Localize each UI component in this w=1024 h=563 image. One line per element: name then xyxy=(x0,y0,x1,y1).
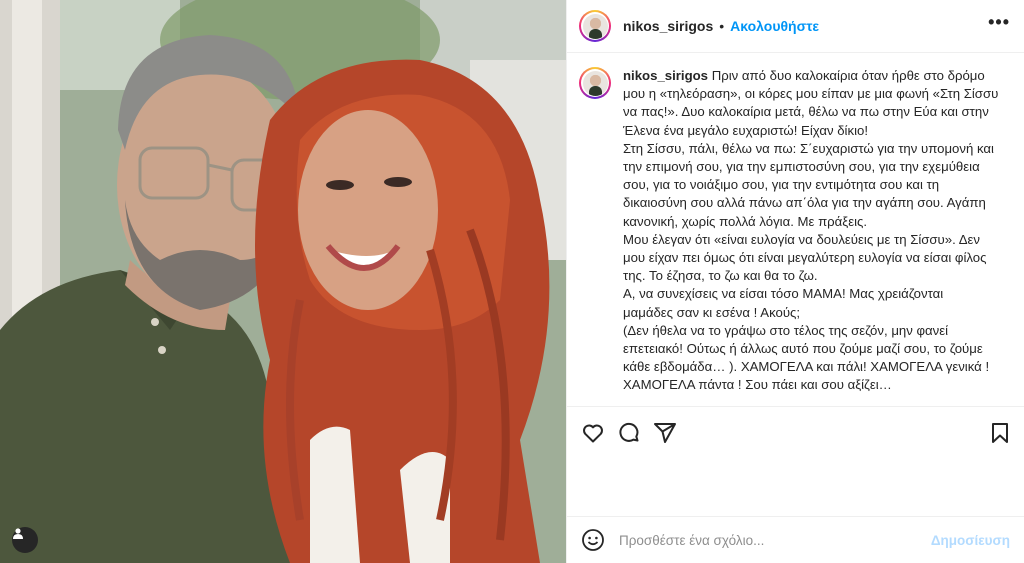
post-header: nikos_sirigos • Ακολουθήστε ••• xyxy=(567,0,1024,53)
caption-line: Στη Σίσσυ, πάλι, θέλω να πω: Σ΄ευχαριστώ… xyxy=(623,140,994,156)
caption-line: Α, να συνεχίσεις να είσαι τόσο ΜΑΜΑ! Μας… xyxy=(623,286,944,302)
emoji-icon[interactable] xyxy=(581,528,605,552)
user-icon xyxy=(13,528,23,539)
caption-line: Πριν από δυο καλοκαίρια όταν ήρθε στο δρ… xyxy=(711,68,985,83)
caption-line: της. Το έζησα, το ζω και θα το ζω. xyxy=(623,268,818,284)
follow-button[interactable]: Ακολουθήστε xyxy=(730,18,819,34)
caption-row: nikos_sirigos Πριν από δυο καλοκαίρια ότ… xyxy=(579,67,1010,395)
caption-line: Μου έλεγαν ότι «είναι ευλογία να δουλεύε… xyxy=(623,231,980,247)
caption-line: να πας!». Δυο καλοκαίρια μετά, θέλω να π… xyxy=(623,104,989,120)
action-bar xyxy=(567,406,1024,458)
caption-line: μου είχαν πει όμως ότι είναι μεγαλύτερη … xyxy=(623,250,987,266)
bookmark-icon[interactable] xyxy=(988,421,1012,445)
caption-avatar[interactable] xyxy=(579,67,611,99)
likes-area xyxy=(567,458,1024,516)
caption-line: ΧΑΜΟΓΕΛΑ πάντα ! Σου πάει και σου αξίζει… xyxy=(623,377,892,393)
caption-line: σου, για το νοιάξιμο σου, για την εντιμό… xyxy=(623,177,940,193)
avatar-ring xyxy=(581,69,609,97)
avatar-ring xyxy=(581,12,609,40)
post-photo[interactable] xyxy=(0,0,566,563)
caption-line: την επιμονή σου, για την εμπιστοσύνη σου… xyxy=(623,159,980,175)
comment-input[interactable] xyxy=(617,531,931,549)
caption-line: δικαιοσύνη σου αλλά πάνω απ΄όλα για την … xyxy=(623,195,986,211)
caption-area: nikos_sirigos Πριν από δυο καλοκαίρια ότ… xyxy=(567,53,1024,406)
post-side-panel: nikos_sirigos • Ακολουθήστε ••• nikos_si… xyxy=(566,0,1024,563)
avatar-image xyxy=(582,70,608,96)
caption-line: κάθε εβδομάδα… ). ΧΑΜΟΓΕΛΑ και πάλι! ΧΑΜ… xyxy=(623,359,990,375)
comment-icon[interactable] xyxy=(617,421,641,445)
photo-illustration xyxy=(0,0,566,563)
avatar-image xyxy=(582,13,608,39)
heart-icon[interactable] xyxy=(581,421,605,445)
caption-username[interactable]: nikos_sirigos xyxy=(623,68,708,83)
tagged-users-button[interactable] xyxy=(12,527,38,553)
separator-dot: • xyxy=(719,18,725,34)
caption-line: μου η «τηλεόραση», οι κόρες μου είπαν με… xyxy=(623,86,999,102)
share-icon[interactable] xyxy=(653,421,677,445)
caption-text: nikos_sirigos Πριν από δυο καλοκαίρια ότ… xyxy=(623,67,998,395)
caption-line: κανονική, χωρίς πολλά λόγια. Με πράξεις. xyxy=(623,213,868,229)
comment-bar: Δημοσίευση xyxy=(567,516,1024,563)
post-comment-button[interactable]: Δημοσίευση xyxy=(931,533,1010,548)
caption-line: μαμάδες σαν κι εσένα ! Ακούς; xyxy=(623,304,801,320)
post-dialog: nikos_sirigos • Ακολουθήστε ••• nikos_si… xyxy=(0,0,1024,563)
avatar[interactable] xyxy=(579,10,611,42)
username-link[interactable]: nikos_sirigos xyxy=(623,18,713,34)
caption-line: επετειακό! Ούτως ή άλλως αυτό που ζούμε … xyxy=(623,341,983,357)
caption-line: Έλενα ένα μεγάλο ευχαριστώ! Είχαν δίκιο! xyxy=(623,122,869,138)
more-options-icon[interactable]: ••• xyxy=(988,13,1010,35)
caption-line: (Δεν ήθελα να το γράψω στο τέλος της σεζ… xyxy=(623,322,949,338)
